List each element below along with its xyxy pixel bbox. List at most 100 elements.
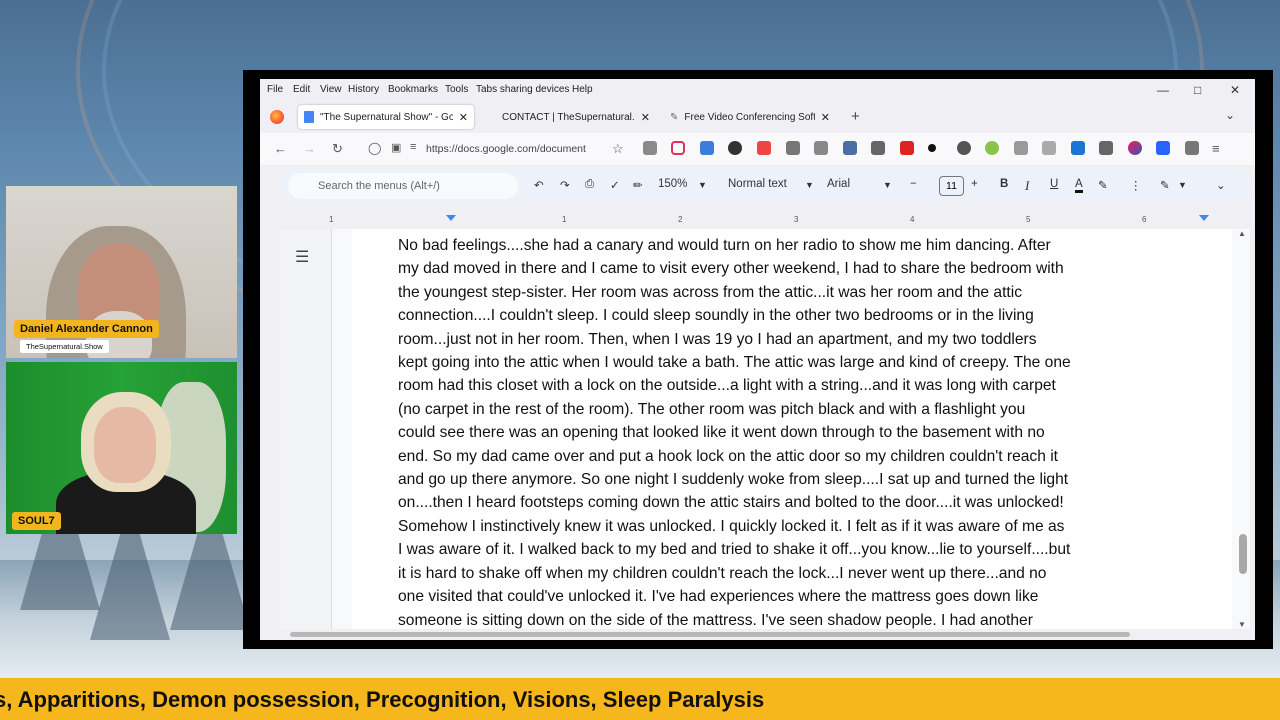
zoom-select[interactable]: 150% [658,178,687,190]
dot-icon[interactable] [928,144,936,152]
extensions-puzzle-icon[interactable] [1185,141,1199,155]
firefox-icon[interactable] [270,110,284,124]
back-arrow-icon[interactable]: ← [274,141,287,156]
print-icon[interactable]: ⎙ [585,178,594,191]
collapse-toolbar-icon[interactable]: ⌄ [1216,178,1226,192]
document-line[interactable]: room...just not in her room. Then, when … [398,328,1158,351]
font-select[interactable]: Arial [827,178,850,190]
tab-video-conferencing[interactable]: ✎ Free Video Conferencing Softw ✕ [664,105,836,129]
pdf-icon[interactable] [900,141,914,155]
menu-view[interactable]: View [320,84,342,95]
tab-close-icon[interactable]: ✕ [641,111,650,124]
document-line[interactable]: I was aware of it. I walked back to my b… [398,538,1158,561]
hamburger-menu-icon[interactable]: ≡ [1212,141,1220,156]
save-icon[interactable] [871,141,885,155]
document-outline-icon[interactable]: ☰ [295,247,309,267]
document-line[interactable]: on....then I heard footsteps coming down… [398,491,1158,514]
document-line[interactable]: and go up there anymore. So one night I … [398,468,1158,491]
document-line[interactable]: (no carpet in the rest of the room). The… [398,398,1158,421]
document-line[interactable]: could see there was an opening that look… [398,421,1158,444]
menu-file[interactable]: File [267,84,283,95]
bookmark-star-icon[interactable]: ☆ [612,141,624,157]
document-line[interactable]: connection....I couldn't sleep. I could … [398,304,1158,327]
spellcheck-icon[interactable]: ✓ [610,178,620,192]
more-options-icon[interactable]: ⋮ [1130,178,1142,192]
document-line[interactable]: end. So my dad came over and put a hook … [398,445,1158,468]
extension-icon[interactable] [985,141,999,155]
maximize-icon[interactable]: □ [1194,83,1201,97]
document-line[interactable]: it is hard to shake off when my children… [398,562,1158,585]
editing-mode-icon[interactable]: ✎ [1160,178,1170,192]
scroll-down-icon[interactable]: ▼ [1238,620,1246,629]
document-line[interactable]: the youngest step-sister. Her room was a… [398,281,1158,304]
chevron-down-icon[interactable]: ▼ [698,180,707,190]
tab-list-chevron-icon[interactable]: ⌄ [1225,108,1235,122]
forward-arrow-icon[interactable]: → [303,141,316,156]
url-input[interactable]: https://docs.google.com/document [426,139,631,159]
menu-bookmarks[interactable]: Bookmarks [388,84,438,95]
vertical-scrollbar[interactable]: ▲ ▼ [1238,229,1248,629]
redo-icon[interactable]: ↷ [560,178,570,192]
menu-tools[interactable]: Tools [445,84,468,95]
paint-format-icon[interactable]: ✏ [633,178,643,192]
image-icon[interactable] [843,141,857,155]
extension-icon[interactable] [1128,141,1142,155]
chevron-down-icon[interactable]: ▼ [805,180,814,190]
increase-font-size-icon[interactable]: + [971,178,978,190]
extension-icon[interactable] [1071,141,1085,155]
chevron-down-icon[interactable]: ▼ [883,180,892,190]
menu-history[interactable]: History [348,84,379,95]
extension-icon[interactable] [728,141,742,155]
tab-contact[interactable]: CONTACT | TheSupernatural.Sh ✕ [496,105,656,129]
extension-icon[interactable] [1014,141,1028,155]
decrease-font-size-icon[interactable]: − [910,178,917,190]
permissions-icon[interactable]: ≡ [410,141,416,153]
menu-edit[interactable]: Edit [293,84,310,95]
photo-icon[interactable] [814,141,828,155]
reload-icon[interactable]: ↻ [332,141,343,157]
tab-close-icon[interactable]: ✕ [821,111,830,124]
minimize-icon[interactable]: — [1157,83,1169,97]
document-line[interactable]: someone is sitting down on the side of t… [398,609,1158,630]
style-select[interactable]: Normal text [728,178,787,190]
new-tab-icon[interactable]: + [851,108,860,125]
document-line[interactable]: room had this closet with a lock on the … [398,374,1158,397]
document-line[interactable]: my dad moved in there and I came to visi… [398,257,1158,280]
grid-icon[interactable] [786,141,800,155]
extension-icon[interactable] [1156,141,1170,155]
download-icon[interactable] [700,141,714,155]
document-line[interactable]: kept going into the attic when I would t… [398,351,1158,374]
undo-icon[interactable]: ↶ [534,178,544,192]
horizontal-scrollbar[interactable] [280,631,1245,639]
horizontal-scroll-thumb[interactable] [290,632,1130,637]
italic-icon[interactable]: I [1025,178,1029,194]
screenshot-icon[interactable] [757,141,771,155]
right-indent-marker[interactable] [1199,215,1209,221]
scroll-up-icon[interactable]: ▲ [1238,229,1246,238]
document-line[interactable]: Somehow I instinctively knew it was unlo… [398,515,1158,538]
menu-tabs-sharing-devices[interactable]: Tabs sharing devices [476,84,569,95]
document-line[interactable]: one visited that could've unlocked it. I… [398,585,1158,608]
document-line[interactable]: No bad feelings....she had a canary and … [398,234,1158,257]
lock-icon[interactable]: ▣ [391,141,401,154]
extension-icon[interactable] [1099,141,1113,155]
bold-icon[interactable]: B [1000,178,1008,190]
tab-close-icon[interactable]: ✕ [459,111,468,124]
document-body[interactable]: No bad feelings....she had a canary and … [398,234,1158,629]
close-window-icon[interactable]: ✕ [1230,83,1240,97]
underline-icon[interactable]: U [1050,178,1058,190]
search-menus-input[interactable]: Search the menus (Alt+/) [288,173,518,199]
extension-icon[interactable] [643,141,657,155]
text-color-icon[interactable]: A [1075,178,1083,193]
extension-icon[interactable] [1042,141,1056,155]
chevron-down-icon[interactable]: ▼ [1178,180,1187,190]
pocket-icon[interactable] [671,141,685,155]
font-size-input[interactable]: 11 [939,176,964,196]
shield-icon[interactable]: ◯ [368,141,381,155]
tab-supernatural-show-doc[interactable]: "The Supernatural Show" - Goo ✕ [298,105,474,129]
highlight-icon[interactable]: ✎ [1098,178,1108,192]
indent-marker[interactable] [446,215,456,221]
menu-help[interactable]: Help [572,84,593,95]
vertical-scroll-thumb[interactable] [1239,534,1247,574]
extension-icon[interactable] [957,141,971,155]
